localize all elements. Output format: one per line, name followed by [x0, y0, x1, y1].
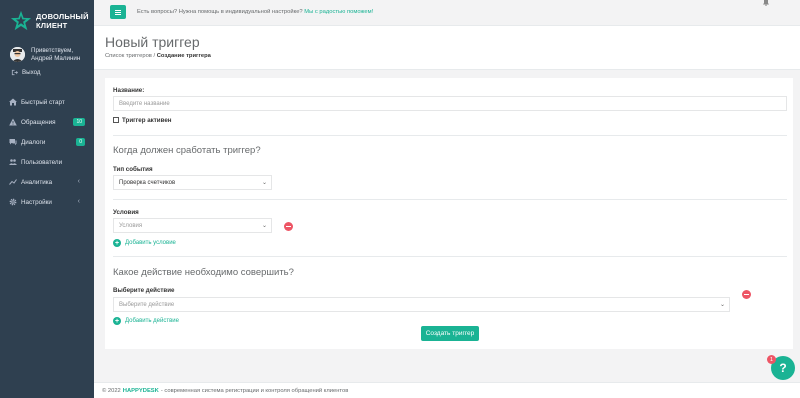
trigger-active-checkbox[interactable]	[113, 117, 119, 123]
requests-count-badge: 10	[73, 118, 85, 126]
sidebar-item-label: Обращения	[21, 118, 56, 126]
sidebar: ДОВОЛЬНЫЙ КЛИЕНТ Приветствуем, Андрей Ма…	[0, 0, 94, 398]
logout-label: Выход	[22, 69, 41, 76]
user-avatar-icon	[10, 47, 25, 62]
chart-icon	[9, 178, 17, 186]
logout-icon	[11, 69, 18, 76]
remove-condition-button[interactable]	[284, 222, 293, 231]
name-input[interactable]: Введите название	[113, 96, 787, 111]
gear-icon	[9, 198, 17, 206]
chevron-down-icon: ⌄	[261, 223, 267, 229]
divider	[113, 256, 787, 257]
logo-text: ДОВОЛЬНЫЙ КЛИЕНТ	[36, 12, 89, 30]
trigger-active-label: Триггер активен	[122, 117, 172, 124]
breadcrumb-parent[interactable]: Список триггеров	[105, 53, 152, 59]
footer-tagline: - современная система регистрации и конт…	[160, 387, 349, 394]
sidebar-item-quick-start[interactable]: Быстрый старт	[0, 92, 94, 112]
add-action-label: Добавить действие	[125, 318, 179, 324]
name-label: Название:	[113, 87, 145, 94]
event-type-value: Проверка счетчиков	[119, 179, 176, 186]
breadcrumb-separator: /	[153, 53, 156, 59]
footer: © 2022 HAPPYDESK - современная система р…	[94, 382, 800, 398]
event-type-select[interactable]: Проверка счетчиков ⌄	[113, 175, 272, 190]
user-name: Андрей Малинин	[31, 55, 81, 62]
add-action-link[interactable]: + Добавить действие	[113, 317, 179, 325]
help-notification-badge: 1	[767, 355, 776, 364]
breadcrumb: Список триггеров / Создание триггера	[105, 53, 211, 59]
minus-icon	[286, 225, 291, 228]
sidebar-item-label: Пользователи	[21, 158, 63, 166]
footer-brand[interactable]: HAPPYDESK	[123, 388, 159, 394]
sidebar-item-label: Быстрый старт	[21, 98, 65, 106]
minus-icon	[744, 293, 749, 296]
add-condition-link[interactable]: + Добавить условие	[113, 239, 176, 247]
plus-circle-icon: +	[113, 239, 121, 247]
logo-line1: ДОВОЛЬНЫЙ	[36, 12, 89, 21]
plus-circle-icon: +	[113, 317, 121, 325]
logout-link[interactable]: Выход	[11, 69, 41, 76]
page-header: Новый триггер Список триггеров / Создани…	[94, 26, 800, 70]
star-logo-icon	[10, 10, 32, 31]
sidebar-item-settings[interactable]: Настройки ‹	[0, 192, 94, 212]
topbar: Есть вопросы? Нужна помощь в индивидуаль…	[94, 0, 800, 26]
name-input-placeholder: Введите название	[119, 100, 170, 107]
divider	[113, 199, 787, 200]
sidebar-menu: Быстрый старт Обращения 10 Диалоги 0 Пол…	[0, 92, 94, 212]
logo[interactable]: ДОВОЛЬНЫЙ КЛИЕНТ	[10, 10, 89, 32]
user-profile: Приветствуем, Андрей Малинин	[10, 47, 80, 63]
dialogs-count-badge: 0	[76, 138, 85, 146]
greeting-text: Приветствуем,	[31, 47, 74, 54]
chevron-left-icon: ‹	[77, 198, 80, 205]
footer-copyright: © 2022	[102, 387, 121, 394]
greeting: Приветствуем, Андрей Малинин	[31, 47, 80, 63]
action-placeholder: Выберите действие	[119, 301, 175, 308]
section-action-title: Какое действие необходимо совершить?	[113, 267, 294, 278]
add-condition-label: Добавить условие	[125, 240, 176, 246]
logo-line2: КЛИЕНТ	[36, 21, 68, 30]
sidebar-item-label: Аналитика	[21, 178, 53, 186]
sidebar-item-label: Настройки	[21, 198, 52, 206]
remove-action-button[interactable]	[742, 290, 751, 299]
chevron-left-icon: ‹	[77, 178, 80, 185]
sidebar-item-analytics[interactable]: Аналитика ‹	[0, 172, 94, 192]
chevron-down-icon: ⌄	[261, 180, 267, 186]
trigger-form: Название: Введите название Триггер актив…	[105, 78, 793, 349]
action-label: Выберите действие	[113, 287, 175, 294]
sidebar-item-label: Диалоги	[21, 138, 46, 146]
avatar[interactable]	[10, 47, 25, 62]
help-text: Есть вопросы? Нужна помощь в индивидуаль…	[137, 9, 303, 15]
help-link[interactable]: Мы с радостью поможем!	[304, 9, 373, 15]
menu-toggle-button[interactable]	[110, 5, 126, 19]
help-banner: Есть вопросы? Нужна помощь в индивидуаль…	[137, 9, 373, 15]
sidebar-item-requests[interactable]: Обращения 10	[0, 112, 94, 132]
chat-icon	[9, 138, 17, 146]
users-icon	[9, 158, 17, 166]
sidebar-item-dialogs[interactable]: Диалоги 0	[0, 132, 94, 152]
event-type-label: Тип события	[113, 166, 153, 173]
conditions-placeholder: Условия	[119, 222, 143, 229]
section-when-title: Когда должен сработать триггер?	[113, 145, 261, 156]
home-icon	[9, 98, 17, 106]
warning-icon	[9, 118, 17, 126]
divider	[113, 135, 787, 136]
breadcrumb-current: Создание триггера	[156, 53, 211, 59]
conditions-label: Условия	[113, 209, 139, 216]
action-select[interactable]: Выберите действие ⌄	[113, 297, 730, 312]
sidebar-item-users[interactable]: Пользователи	[0, 152, 94, 172]
conditions-select[interactable]: Условия ⌄	[113, 218, 272, 233]
bell-icon[interactable]	[762, 0, 770, 6]
page-title: Новый триггер	[105, 34, 200, 50]
create-trigger-button[interactable]: Создать триггер	[421, 326, 479, 341]
chevron-down-icon: ⌄	[719, 302, 725, 308]
